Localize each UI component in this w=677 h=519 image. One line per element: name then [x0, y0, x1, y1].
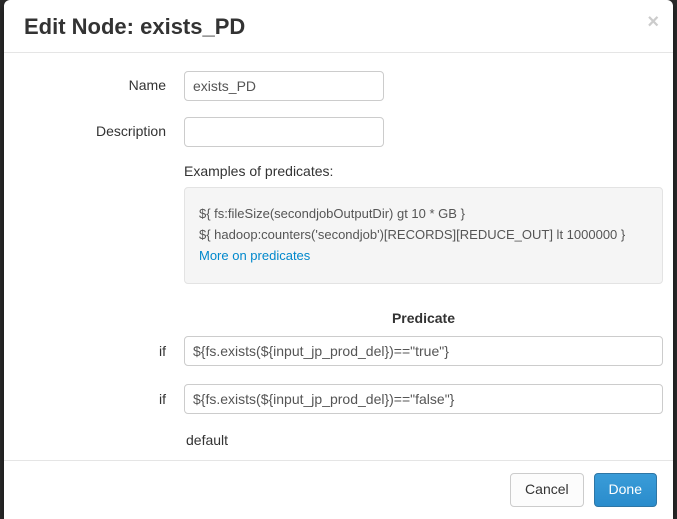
examples-spacer — [14, 163, 184, 169]
cancel-button[interactable]: Cancel — [510, 473, 584, 507]
predicate-input-2[interactable] — [184, 384, 663, 414]
modal-title: Edit Node: exists_PD — [24, 14, 653, 40]
predicate-default-row: default — [14, 432, 663, 448]
examples-block: Examples of predicates: ${ fs:fileSize(s… — [184, 163, 663, 283]
predicate-column-heading: Predicate — [184, 310, 663, 326]
predicate-heading-row: Predicate — [14, 310, 663, 326]
name-row: Name — [14, 71, 663, 101]
description-label: Description — [14, 117, 184, 139]
description-field-wrap — [184, 117, 663, 147]
title-node-name: exists_PD — [140, 14, 245, 39]
done-button[interactable]: Done — [594, 473, 657, 507]
modal-header: Edit Node: exists_PD × — [4, 0, 673, 53]
description-row: Description — [14, 117, 663, 147]
predicate-if-label-1: if — [14, 343, 184, 359]
example-line-1: ${ fs:fileSize(secondjobOutputDir) gt 10… — [199, 204, 648, 225]
description-input[interactable] — [184, 117, 384, 147]
examples-row: Examples of predicates: ${ fs:fileSize(s… — [14, 163, 663, 283]
example-line-2: ${ hadoop:counters('secondjob')[RECORDS]… — [199, 225, 648, 246]
edit-node-modal: Edit Node: exists_PD × Name Description … — [4, 0, 673, 519]
predicate-row-2: if — [14, 384, 663, 414]
predicate-if-label-2: if — [14, 391, 184, 407]
predicate-input-1[interactable] — [184, 336, 663, 366]
close-icon[interactable]: × — [647, 12, 659, 32]
title-prefix: Edit Node: — [24, 14, 140, 39]
name-label: Name — [14, 71, 184, 93]
examples-well: ${ fs:fileSize(secondjobOutputDir) gt 10… — [184, 187, 663, 283]
modal-body: Name Description Examples of predicates:… — [4, 53, 673, 460]
name-input[interactable] — [184, 71, 384, 101]
name-field-wrap — [184, 71, 663, 101]
predicate-default-label: default — [184, 432, 663, 448]
more-on-predicates-link[interactable]: More on predicates — [199, 248, 310, 263]
predicate-heading-spacer — [14, 310, 184, 326]
predicate-row-1: if — [14, 336, 663, 366]
modal-footer: Cancel Done — [4, 460, 673, 519]
examples-heading: Examples of predicates: — [184, 163, 663, 179]
